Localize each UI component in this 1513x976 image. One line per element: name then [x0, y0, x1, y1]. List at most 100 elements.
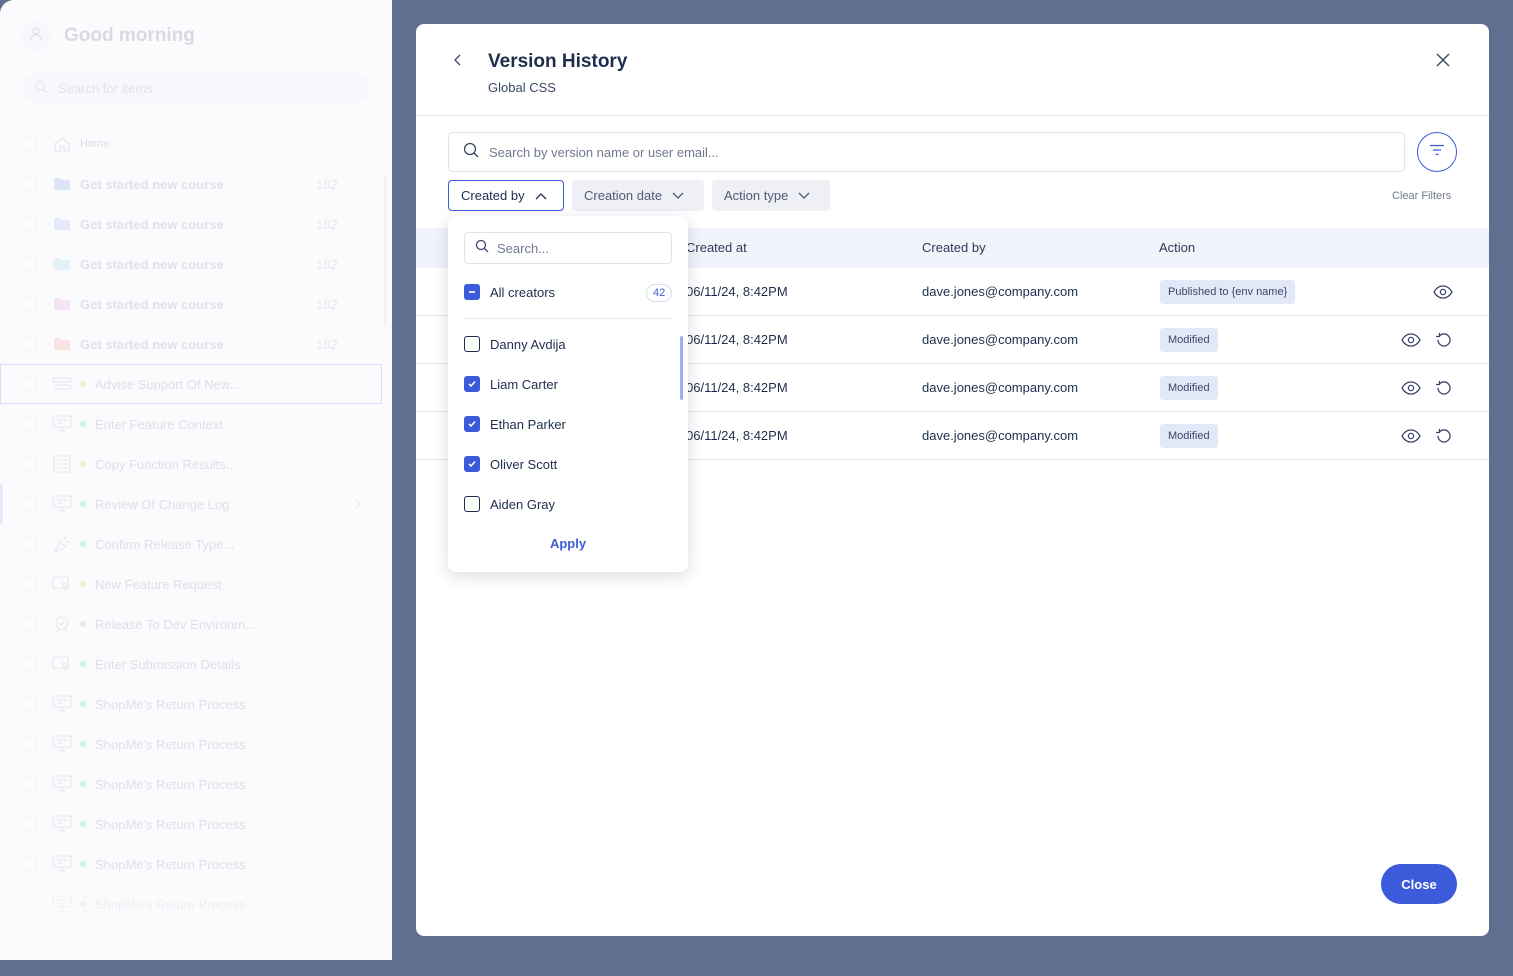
item-checkbox[interactable] [22, 417, 36, 431]
restore-icon[interactable] [1433, 378, 1453, 398]
sidebar-folder[interactable]: Get started new course 182 [0, 244, 392, 284]
view-icon[interactable] [1433, 282, 1453, 302]
apply-button[interactable]: Apply [448, 536, 688, 551]
item-checkbox[interactable] [22, 377, 36, 391]
sidebar-item[interactable]: ShopMe's Return Process [0, 724, 392, 764]
cell-created-at: 06/11/24, 8:42PM [686, 332, 788, 347]
sidebar-item[interactable]: Copy Function Results... [0, 444, 392, 484]
presentation-icon [52, 895, 72, 913]
sidebar-folder-label: Get started new course [80, 216, 224, 232]
item-checkbox[interactable] [22, 577, 36, 591]
filter-creation-date[interactable]: Creation date [572, 180, 704, 211]
sidebar-item[interactable]: New Feature Request [0, 564, 392, 604]
item-checkbox[interactable] [22, 817, 36, 831]
sidebar-item[interactable]: Confirm Release Type... [0, 524, 392, 564]
sidebar-item[interactable]: Advise Support Of New... [0, 364, 382, 404]
created-by-dropdown: All creators 42 Danny Avdija Liam Carter E… [448, 216, 688, 572]
restore-icon[interactable] [1433, 330, 1453, 350]
filter-action-type[interactable]: Action type [712, 180, 830, 211]
item-checkbox[interactable] [22, 497, 36, 511]
cursor-window-icon [52, 655, 72, 673]
back-button[interactable] [450, 52, 466, 72]
column-created-at[interactable]: Created at [686, 240, 747, 255]
sidebar-item[interactable]: Review Of Change Log [0, 484, 392, 524]
status-dot [80, 861, 86, 867]
column-created-by[interactable]: Created by [922, 240, 986, 255]
sidebar-item-home[interactable]: Home [0, 124, 392, 164]
home-icon [52, 135, 72, 153]
close-modal-button[interactable] [1433, 52, 1453, 72]
sidebar-item[interactable]: ShopMe's Return Process [0, 684, 392, 724]
chevron-left-icon [454, 53, 462, 71]
cell-created-by: dave.jones@company.com [922, 284, 1079, 299]
filter-created-by-label: Created by [461, 188, 525, 203]
item-checkbox[interactable] [22, 697, 36, 711]
sidebar-folder[interactable]: Get started new course 182 [0, 284, 392, 324]
item-checkbox[interactable] [22, 177, 36, 191]
sidebar-folder[interactable]: Get started new course 182 [0, 164, 392, 204]
all-creators-checkbox[interactable] [464, 284, 480, 300]
creator-checkbox[interactable] [464, 416, 480, 432]
item-checkbox[interactable] [22, 897, 36, 911]
chevron-right-icon[interactable] [355, 497, 361, 512]
status-dot [80, 501, 86, 507]
version-search-input[interactable] [489, 144, 1369, 160]
user-icon [28, 26, 44, 47]
status-dot [80, 701, 86, 707]
item-checkbox[interactable] [22, 857, 36, 871]
dropdown-scrollbar[interactable] [680, 336, 683, 400]
creator-name: Ethan Parker [490, 416, 566, 432]
item-checkbox[interactable] [22, 657, 36, 671]
creator-search-input[interactable] [497, 240, 657, 256]
sidebar-item[interactable]: ShopMe's Return Process [0, 844, 392, 884]
status-dot [80, 421, 86, 427]
column-action[interactable]: Action [1159, 240, 1195, 255]
close-button[interactable]: Close [1381, 864, 1457, 904]
creator-option[interactable]: Aiden Gray [464, 494, 555, 514]
sidebar-search[interactable]: Search for items [22, 73, 370, 103]
sidebar-folder[interactable]: Get started new course 182 [0, 204, 392, 244]
creator-checkbox[interactable] [464, 456, 480, 472]
item-checkbox[interactable] [22, 617, 36, 631]
sidebar-scrollbar[interactable] [384, 176, 387, 326]
cell-created-at: 06/11/24, 8:42PM [686, 284, 788, 299]
sidebar-item[interactable]: ShopMe's Return Process [0, 804, 392, 844]
status-dot [80, 901, 86, 907]
avatar[interactable] [20, 20, 52, 52]
item-checkbox[interactable] [22, 737, 36, 751]
clear-filters-link[interactable]: Clear Filters [1392, 190, 1451, 202]
creator-search [464, 232, 672, 264]
item-checkbox[interactable] [22, 337, 36, 351]
item-checkbox[interactable] [22, 297, 36, 311]
view-icon[interactable] [1401, 426, 1421, 446]
creators-count-badge: 42 [646, 284, 673, 302]
view-icon[interactable] [1401, 378, 1421, 398]
filter-created-by[interactable]: Created by [448, 180, 564, 211]
item-checkbox[interactable] [22, 777, 36, 791]
item-checkbox[interactable] [22, 217, 36, 231]
sidebar-folder[interactable]: Get started new course 182 [0, 324, 392, 364]
item-checkbox[interactable] [22, 137, 36, 151]
item-checkbox[interactable] [22, 257, 36, 271]
sidebar-item[interactable]: Release To Dev Environm... [0, 604, 392, 644]
sidebar-item[interactable]: ShopMe's Return Process [0, 884, 392, 924]
cell-created-by: dave.jones@company.com [922, 380, 1079, 395]
creator-option[interactable]: Liam Carter [464, 374, 558, 394]
view-icon[interactable] [1401, 330, 1421, 350]
creator-option[interactable]: Oliver Scott [464, 454, 557, 474]
creator-checkbox[interactable] [464, 376, 480, 392]
creator-option[interactable]: Danny Avdija [464, 334, 566, 354]
filter-toggle-button[interactable] [1417, 132, 1457, 172]
sidebar-item-label: New Feature Request [95, 576, 222, 592]
item-checkbox[interactable] [22, 537, 36, 551]
sidebar-item[interactable]: ShopMe's Return Process [0, 764, 392, 804]
restore-icon[interactable] [1433, 426, 1453, 446]
creator-checkbox[interactable] [464, 336, 480, 352]
creator-option[interactable]: Ethan Parker [464, 414, 566, 434]
sidebar-item[interactable]: Enter Feature Context [0, 404, 392, 444]
item-checkbox[interactable] [22, 457, 36, 471]
sidebar-item[interactable]: Enter Submission Details [0, 644, 392, 684]
all-creators-option[interactable]: All creators [464, 282, 555, 302]
action-badge: Modified [1160, 424, 1218, 448]
creator-checkbox[interactable] [464, 496, 480, 512]
